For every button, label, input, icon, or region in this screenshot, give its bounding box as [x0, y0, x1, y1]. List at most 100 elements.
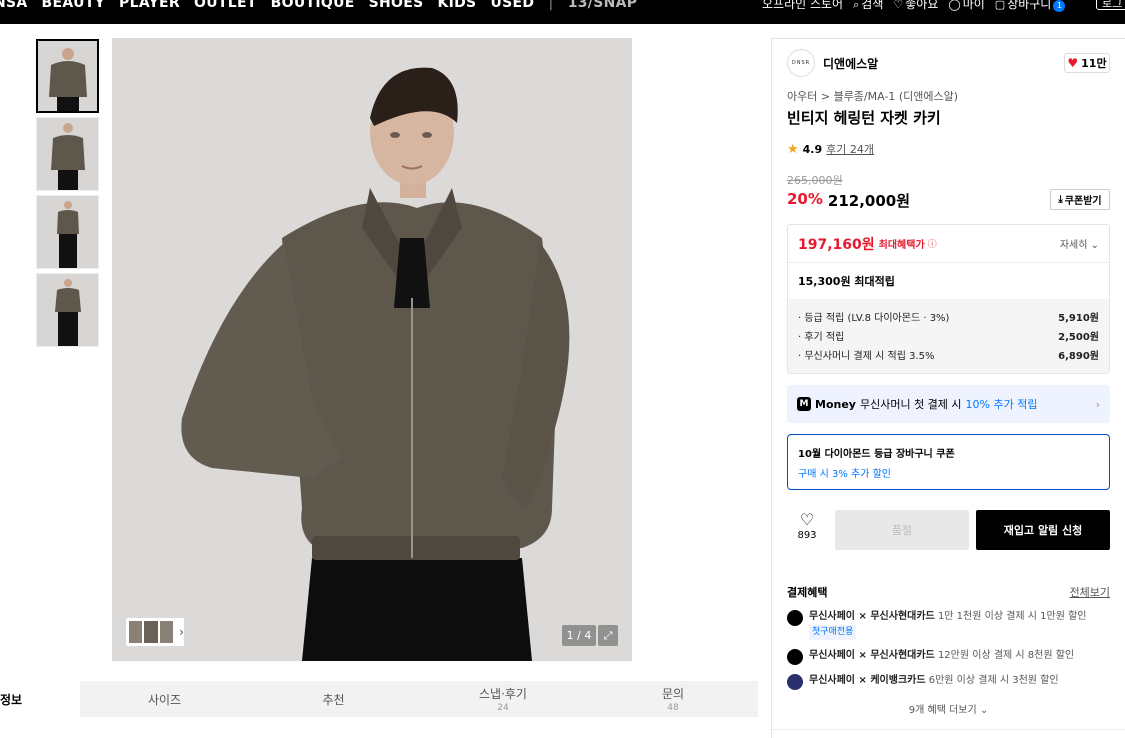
- offline-store-link[interactable]: 오프라인 스토어: [762, 0, 843, 12]
- points-total: 15,300원 최대적립: [798, 275, 895, 288]
- money-icon: M: [797, 397, 811, 411]
- nav-item-musinsa[interactable]: NSA: [0, 0, 28, 11]
- chevron-down-icon: ⌄: [979, 705, 989, 716]
- thumbnail-1[interactable]: [36, 39, 99, 113]
- points-row: · 후기 적립 2,500원: [798, 326, 1099, 345]
- mini-thumb: [159, 621, 174, 643]
- nav-item-boutique[interactable]: BOUTIQUE: [271, 0, 355, 11]
- points-row-label: · 후기 적립: [798, 332, 845, 343]
- nav-item-player[interactable]: PLAYER: [119, 0, 180, 11]
- like-label: 좋아요: [905, 0, 939, 11]
- category-menu: NSA BEAUTY PLAYER OUTLET BOUTIQUE SHOES …: [0, 0, 637, 11]
- more-benefits-label: 9개 혜택 더보기: [908, 705, 977, 716]
- payment-benefit-text: 무신사페이 × 케이뱅크카드 6만원 이상 결제 시 3천원 할인: [809, 673, 1059, 688]
- thumbnail-4[interactable]: [36, 273, 99, 347]
- thumbnail-model-image: [54, 279, 81, 346]
- sale-price-row: 20% 212,000원: [787, 190, 910, 211]
- heart-outline-icon: ♡: [799, 510, 815, 529]
- like-link[interactable]: ♡ 좋아요: [893, 0, 938, 12]
- card-icon: [787, 649, 803, 665]
- nav-item-snap[interactable]: 13/SNAP: [568, 0, 638, 11]
- tab-inquiry[interactable]: 문의 48: [588, 681, 758, 717]
- product-tabs: 정보 사이즈 추천 스냅·후기 24 문의 48: [0, 681, 758, 717]
- thumbnail-2[interactable]: [36, 117, 99, 191]
- brand-header[interactable]: DNSR 디앤에스알: [787, 49, 878, 77]
- top-navigation: NSA BEAUTY PLAYER OUTLET BOUTIQUE SHOES …: [0, 0, 1125, 24]
- nav-divider: |: [548, 0, 554, 11]
- payment-benefit-item[interactable]: 무신사페이 × 무신사현대카드 1만 1천원 이상 결제 시 1만원 할인 첫구…: [787, 609, 1110, 640]
- cart-count-badge: 1: [1053, 0, 1066, 12]
- info-icon[interactable]: ⓘ: [928, 237, 937, 250]
- nav-item-used[interactable]: USED: [490, 0, 534, 11]
- wishlist-count: 893: [797, 530, 817, 541]
- brand-name[interactable]: 디앤에스알: [823, 55, 878, 72]
- detail-label: 자세히: [1059, 240, 1088, 251]
- musinsa-money-banner[interactable]: M Money 무신사머니 첫 결제 시 10% 추가 적립 ›: [787, 385, 1110, 423]
- star-icon: ★: [787, 141, 799, 157]
- soldout-button: 품절: [835, 510, 969, 550]
- grade-coupon-title: 10월 다이아몬드 등급 장바구니 쿠폰: [798, 449, 955, 460]
- wishlist-button[interactable]: ♡ 893: [787, 510, 827, 550]
- sale-price: 212,000원: [827, 192, 911, 210]
- payment-benefits-list: 무신사페이 × 무신사현대카드 1만 1천원 이상 결제 시 1만원 할인 첫구…: [787, 609, 1110, 698]
- login-button[interactable]: 로그: [1096, 0, 1125, 10]
- gallery-mini-strip[interactable]: ›: [126, 618, 184, 646]
- max-benefit-header: 197,160원 최대혜택가 ⓘ 자세히 ⌄: [788, 225, 1109, 263]
- grade-coupon-sub: 구매 시 3% 추가 할인: [798, 469, 891, 480]
- tab-recommend[interactable]: 추천: [249, 681, 418, 717]
- grade-coupon-box[interactable]: 10월 다이아몬드 등급 장바구니 쿠폰 구매 시 3% 추가 할인: [787, 434, 1110, 490]
- product-title: 빈티지 헤링턴 자켓 카키: [787, 109, 941, 127]
- tab-snap-review[interactable]: 스냅·후기 24: [418, 681, 588, 717]
- points-row-value: 5,910원: [1058, 313, 1099, 324]
- cart-label: 장바구니: [1007, 0, 1052, 11]
- mini-thumb: [129, 621, 143, 643]
- download-icon: ⤓: [1058, 194, 1063, 205]
- points-breakdown: · 등급 적립 (LV.8 다이아몬드 · 3%) 5,910원 · 후기 적립…: [788, 299, 1109, 373]
- mypage-link[interactable]: ◯ 마이: [948, 0, 984, 12]
- rating-score: 4.9: [802, 142, 823, 156]
- main-product-image[interactable]: › 1 / 4 ⤢: [112, 38, 632, 661]
- tab-size[interactable]: 사이즈: [80, 681, 249, 717]
- breadcrumb[interactable]: 아우터 > 블루종/MA-1 (디앤에스알): [787, 88, 958, 104]
- nav-item-outlet[interactable]: OUTLET: [194, 0, 257, 11]
- tab-label: 문의: [661, 687, 685, 701]
- image-counter: 1 / 4: [562, 625, 596, 646]
- nav-item-shoes[interactable]: SHOES: [369, 0, 424, 11]
- more-benefits-button[interactable]: 9개 혜택 더보기 ⌄: [787, 701, 1110, 716]
- tab-label: 정보: [0, 692, 23, 707]
- money-label: Money: [815, 397, 856, 411]
- thumbnail-3[interactable]: [36, 195, 99, 269]
- payment-benefit-text: 무신사페이 × 무신사현대카드 1만 1천원 이상 결제 시 1만원 할인 첫구…: [809, 609, 1087, 640]
- payment-desc: 12만원 이상 결제 시 8천원 할인: [937, 650, 1075, 661]
- expand-icon[interactable]: ⤢: [598, 625, 618, 646]
- max-benefit-box: 197,160원 최대혜택가 ⓘ 자세히 ⌄ 15,300원 최대적립 · 등급…: [787, 224, 1110, 374]
- payment-name: 무신사페이 × 무신사현대카드: [809, 650, 935, 661]
- chevron-down-icon: ⌄: [1090, 240, 1099, 251]
- thumbnail-list: [36, 39, 99, 351]
- thumbnail-model-image: [50, 123, 85, 190]
- chevron-right-icon: ›: [179, 625, 184, 639]
- cart-link[interactable]: ▢ 장바구니 1: [995, 0, 1066, 12]
- payment-benefit-item[interactable]: 무신사페이 × 무신사현대카드 12만원 이상 결제 시 8천원 할인: [787, 648, 1110, 665]
- points-row-value: 2,500원: [1058, 332, 1099, 343]
- points-row: · 무신사머니 결제 시 적립 3.5% 6,890원: [798, 345, 1099, 364]
- payment-benefit-item[interactable]: 무신사페이 × 케이뱅크카드 6만원 이상 결제 시 3천원 할인: [787, 673, 1110, 690]
- brand-like-button[interactable]: ♥ 11만: [1064, 53, 1110, 73]
- first-purchase-tag: 첫구매전용: [809, 625, 857, 640]
- points-row-label: · 무신사머니 결제 시 적립 3.5%: [798, 351, 935, 362]
- search-link[interactable]: ⌕ 검색: [853, 0, 883, 12]
- payment-name: 무신사페이 × 케이뱅크카드: [809, 675, 926, 686]
- original-price: 265,000원: [787, 174, 843, 187]
- view-all-link[interactable]: 전체보기: [1070, 584, 1110, 600]
- restock-alert-button[interactable]: 재입고 알림 신청: [976, 510, 1110, 550]
- thumbnail-model-image: [56, 201, 79, 268]
- payment-benefits-title: 결제혜택: [787, 586, 828, 599]
- user-icon: ◯: [948, 0, 961, 11]
- tab-info[interactable]: 정보: [0, 681, 80, 717]
- points-row: · 등급 적립 (LV.8 다이아몬드 · 3%) 5,910원: [798, 307, 1099, 326]
- review-count-link[interactable]: 후기 24개: [826, 141, 874, 157]
- nav-item-kids[interactable]: KIDS: [437, 0, 476, 11]
- nav-item-beauty[interactable]: BEAUTY: [42, 0, 106, 11]
- detail-toggle[interactable]: 자세히 ⌄: [1060, 236, 1099, 251]
- coupon-download-button[interactable]: ⤓ 쿠폰받기: [1050, 189, 1110, 210]
